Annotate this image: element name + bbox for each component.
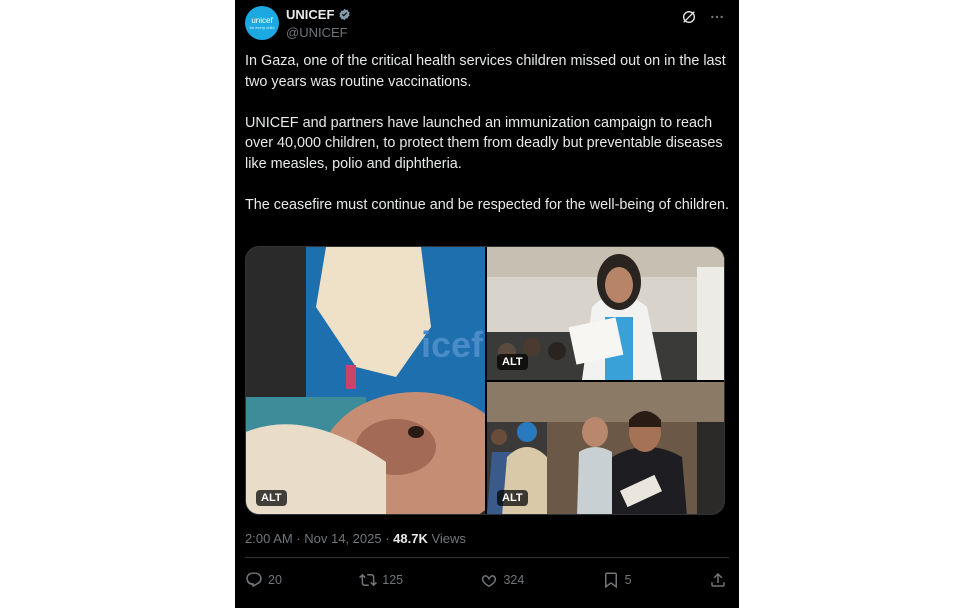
views-count: 48.7K bbox=[393, 531, 428, 546]
grok-icon[interactable] bbox=[681, 9, 697, 25]
like-count: 324 bbox=[503, 573, 525, 587]
share-button[interactable] bbox=[709, 571, 727, 589]
action-bar: 20 125 324 5 bbox=[245, 568, 727, 592]
repost-icon bbox=[359, 573, 378, 587]
repost-button[interactable]: 125 bbox=[359, 571, 403, 589]
handle[interactable]: @UNICEF bbox=[286, 25, 351, 40]
alt-badge[interactable]: ALT bbox=[497, 354, 528, 370]
reply-count: 20 bbox=[268, 573, 282, 587]
tweet-paragraph: In Gaza, one of the critical health serv… bbox=[245, 53, 726, 90]
timestamp[interactable]: 2:00 AM · Nov 14, 2025 · bbox=[245, 531, 393, 546]
tweet-header: unicef for every child UNICEF @UNICEF bbox=[245, 6, 727, 42]
display-name[interactable]: UNICEF bbox=[286, 7, 334, 22]
health-worker-photo[interactable]: ALT bbox=[487, 247, 724, 380]
verified-badge-icon bbox=[338, 8, 351, 21]
views-label: Views bbox=[427, 531, 466, 546]
author-names: UNICEF @UNICEF bbox=[286, 7, 351, 40]
tweet-paragraph: The ceasefire must continue and be respe… bbox=[245, 196, 729, 213]
like-button[interactable]: 324 bbox=[480, 571, 524, 589]
bookmark-count: 5 bbox=[624, 573, 632, 587]
avatar-logo-text: unicef bbox=[251, 15, 273, 25]
alt-badge[interactable]: ALT bbox=[497, 490, 528, 506]
tweet-card: unicef for every child UNICEF @UNICEF In… bbox=[235, 0, 739, 608]
avatar[interactable]: unicef for every child bbox=[245, 6, 279, 40]
avatar-logo-subtext: for every child bbox=[249, 24, 275, 30]
more-options-icon[interactable] bbox=[709, 9, 725, 25]
reply-icon bbox=[246, 572, 262, 588]
father-child-photo[interactable]: ALT bbox=[487, 382, 724, 514]
tweet-meta: 2:00 AM · Nov 14, 2025 · 48.7K Views bbox=[245, 531, 466, 546]
alt-badge[interactable]: ALT bbox=[256, 490, 287, 506]
share-icon bbox=[711, 572, 725, 587]
vaccination-photo[interactable]: icef ALT bbox=[246, 247, 485, 514]
bookmark-button[interactable]: 5 bbox=[602, 571, 632, 589]
tweet-paragraph: UNICEF and partners have launched an imm… bbox=[245, 114, 723, 172]
svg-text:icef: icef bbox=[421, 324, 484, 365]
bookmark-icon bbox=[604, 572, 617, 589]
media-grid: icef ALT ALT ALT bbox=[245, 246, 725, 515]
reply-button[interactable]: 20 bbox=[245, 571, 282, 589]
tweet-text: In Gaza, one of the critical health serv… bbox=[245, 51, 729, 215]
repost-count: 125 bbox=[382, 573, 404, 587]
divider bbox=[245, 557, 729, 558]
heart-icon bbox=[482, 575, 497, 588]
